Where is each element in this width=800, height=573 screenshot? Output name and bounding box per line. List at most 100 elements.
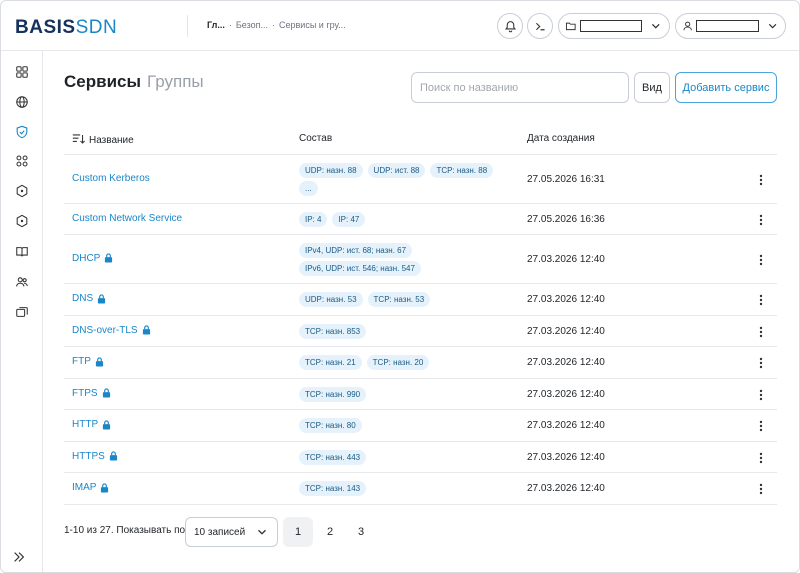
row-menu-button[interactable]	[754, 173, 768, 187]
folder-icon	[565, 22, 576, 31]
add-service-button[interactable]: Добавить сервис	[675, 72, 777, 103]
composition-tags: TCP: назн. 990	[299, 387, 509, 402]
service-name-link[interactable]: DHCP	[72, 253, 113, 264]
breadcrumb-sep: ·	[228, 20, 232, 30]
kebab-menu-icon	[759, 214, 763, 225]
sort-icon[interactable]	[72, 133, 85, 145]
breadcrumb-current: Сервисы и гру...	[279, 20, 346, 30]
top-header: BASISSDN Гл... · Безоп... · Сервисы и гру...	[1, 1, 799, 51]
row-menu-button[interactable]	[754, 451, 768, 465]
sidebar-item-apps[interactable]	[14, 153, 30, 169]
lock-icon	[102, 388, 110, 398]
protocol-tag: IPv6, UDP: ист. 546; назн. 547	[299, 261, 421, 276]
search-input[interactable]	[411, 72, 629, 103]
column-composition: Состав	[299, 133, 333, 144]
users-icon	[16, 277, 28, 287]
service-name-link[interactable]: HTTPS	[72, 451, 118, 462]
created-date: 27.03.2026 12:40	[527, 451, 605, 463]
logo-main-text: BASIS	[15, 17, 76, 38]
created-date: 27.03.2026 12:40	[527, 357, 605, 368]
hexagon-icon	[16, 184, 28, 198]
sidebar-item-docs[interactable]	[14, 244, 30, 260]
service-name-text: Custom Network Service	[72, 212, 183, 224]
lock-icon	[105, 253, 113, 263]
protocol-tag: UDP: назн. 53	[299, 292, 363, 307]
protocol-tag: UDP: ист. 88	[367, 163, 426, 178]
table-row: Custom Kerberos UDP: назн. 88 UDP: ист. 88…	[64, 155, 777, 204]
breadcrumb-security[interactable]: Безоп...	[236, 20, 268, 30]
expand-sidebar-icon[interactable]	[12, 550, 26, 564]
table-row: Custom Network Service IP: 4 IP: 47 27.05.2…	[64, 204, 777, 235]
service-name-text: IMAP	[72, 482, 97, 493]
logo[interactable]: BASISSDN	[15, 17, 117, 39]
sidebar-item-network[interactable]	[14, 94, 30, 110]
row-menu-button[interactable]	[754, 482, 768, 496]
notifications-button[interactable]	[497, 13, 523, 39]
row-menu-button[interactable]	[754, 253, 768, 267]
sidebar-item-security[interactable]	[14, 124, 30, 140]
kebab-menu-icon	[759, 420, 763, 432]
protocol-tag: TCP: назн. 53	[367, 292, 431, 307]
table-row: HTTP TCP: назн. 80 27.03.2026 12:40	[64, 410, 777, 442]
table-row: IMAP TCP: назн. 143 27.03.2026 12:40	[64, 473, 777, 505]
project-select[interactable]	[558, 13, 670, 39]
tab-services[interactable]: Сервисы	[64, 72, 141, 91]
sidebar-item-dashboard[interactable]	[14, 64, 30, 80]
service-name-link[interactable]: Custom Kerberos	[72, 173, 150, 184]
terminal-icon	[535, 22, 545, 30]
service-name-text: DHCP	[72, 252, 101, 264]
page-1-button[interactable]: 1	[283, 517, 313, 547]
kebab-menu-icon	[759, 483, 763, 495]
created-date: 27.03.2026 12:40	[527, 325, 605, 337]
sidebar-item-users[interactable]	[14, 274, 30, 290]
per-page-select[interactable]: 10 записей	[185, 517, 278, 547]
page-2-button[interactable]: 2	[315, 517, 345, 547]
composition-tags: UDP: назн. 88 UDP: ист. 88 TCP: назн. 88..…	[299, 163, 509, 196]
kebab-menu-icon	[759, 174, 763, 185]
table-row: DNS-over-TLS TCP: назн. 853 27.03.2026 12:…	[64, 316, 777, 347]
lock-icon	[103, 419, 111, 429]
user-name-value	[696, 20, 759, 32]
kebab-menu-icon	[759, 294, 763, 306]
service-name-link[interactable]: IMAP	[72, 482, 109, 493]
user-menu[interactable]	[675, 13, 786, 39]
service-name-link[interactable]: DNS	[72, 293, 106, 304]
row-menu-button[interactable]	[754, 213, 768, 227]
composition-tags: IPv4, UDP: ист. 68; назн. 67 IPv6, UDP: и…	[299, 243, 439, 276]
view-button[interactable]: Вид	[634, 72, 670, 103]
service-name-link[interactable]: Custom Network Service	[72, 213, 182, 224]
lock-icon	[101, 482, 109, 492]
terminal-button[interactable]	[527, 13, 553, 39]
sidebar-item-hexagon[interactable]	[14, 183, 30, 199]
service-name-link[interactable]: FTPS	[72, 388, 111, 399]
row-menu-button[interactable]	[754, 293, 768, 307]
row-menu-button[interactable]	[754, 388, 768, 402]
service-name-link[interactable]: HTTP	[72, 419, 111, 430]
breadcrumb-home[interactable]: Гл...	[207, 20, 225, 30]
row-menu-button[interactable]	[754, 356, 768, 370]
composition-tags: TCP: назн. 143	[299, 481, 509, 496]
globe-icon	[16, 96, 28, 108]
service-name-link[interactable]: FTP	[72, 356, 104, 367]
page-3-button[interactable]: 3	[346, 517, 376, 547]
row-menu-button[interactable]	[754, 419, 768, 433]
service-name-link[interactable]: DNS-over-TLS	[72, 325, 151, 336]
stack-icon	[16, 307, 28, 317]
kebab-menu-icon	[759, 389, 763, 400]
user-icon	[683, 21, 693, 31]
created-date: 27.03.2026 12:40	[527, 294, 605, 305]
logo-accent-text: SDN	[75, 17, 118, 38]
created-date: 27.03.2026 12:40	[527, 420, 605, 431]
per-page-value: 10 записей	[194, 526, 246, 538]
service-name-text: DNS-over-TLS	[72, 324, 138, 336]
service-name-text: HTTPS	[72, 450, 105, 462]
sidebar-item-resources[interactable]	[14, 304, 30, 320]
row-menu-button[interactable]	[754, 325, 768, 339]
composition-tags: TCP: назн. 80	[299, 418, 509, 433]
sidebar-item-hexagon-2[interactable]	[14, 213, 30, 229]
lock-icon	[109, 451, 117, 461]
pagination-info: 1-10 из 27. Показывать по	[64, 525, 186, 536]
column-name[interactable]: Название	[72, 133, 134, 146]
tab-groups[interactable]: Группы	[147, 72, 204, 91]
composition-tags: TCP: назн. 21 TCP: назн. 20	[299, 355, 509, 370]
